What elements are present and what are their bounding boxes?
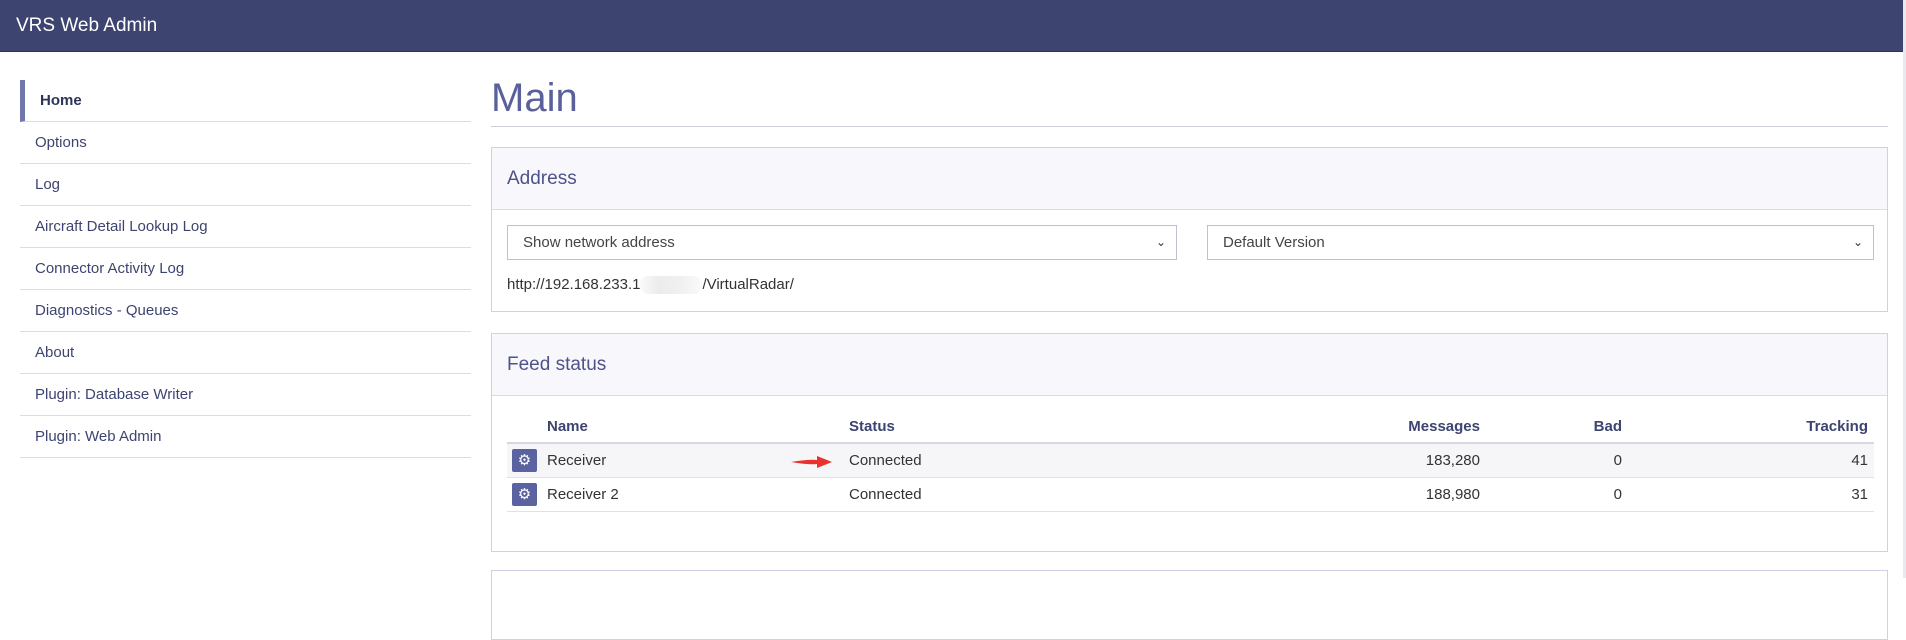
feed-status-table: Name Status Messages Bad Tracking ⚙ Rece… — [507, 410, 1874, 512]
sidebar-item-about[interactable]: About — [20, 332, 471, 374]
chevron-down-icon: ⌄ — [1155, 235, 1166, 249]
version-select-value: Default Version — [1223, 234, 1325, 251]
gear-icon[interactable]: ⚙ — [512, 482, 537, 506]
sidebar-item-plugin-database-writer[interactable]: Plugin: Database Writer — [20, 374, 471, 416]
column-header-tracking: Tracking — [1628, 410, 1874, 444]
column-header-name: Name — [547, 410, 849, 444]
version-select[interactable]: Default Version ⌄ — [1207, 225, 1874, 260]
feed-status-text: Connected — [849, 451, 922, 469]
feed-tracking: 41 — [1628, 443, 1874, 478]
network-address-select-value: Show network address — [523, 234, 675, 251]
feed-status-panel-heading: Feed status — [492, 334, 1887, 396]
table-header-row: Name Status Messages Bad Tracking — [507, 410, 1874, 444]
feed-bad: 0 — [1486, 477, 1628, 512]
red-arrow-icon — [791, 455, 832, 468]
feed-tracking: 31 — [1628, 477, 1874, 512]
sidebar-item-log[interactable]: Log — [20, 164, 471, 206]
page-title: Main — [491, 76, 578, 120]
sidebar-item-connector-activity-log[interactable]: Connector Activity Log — [20, 248, 471, 290]
top-navbar: VRS Web Admin — [0, 0, 1903, 52]
address-url-prefix: http://192.168.233.1 — [507, 276, 641, 293]
column-header-status: Status — [849, 410, 1059, 444]
network-address-select[interactable]: Show network address ⌄ — [507, 225, 1177, 260]
title-divider — [491, 126, 1888, 127]
table-row: ⚙ Receiver 2 Connected 188,980 0 31 — [507, 477, 1874, 512]
chevron-down-icon: ⌄ — [1852, 235, 1863, 249]
feed-name: Receiver 2 — [547, 477, 849, 512]
sidebar-item-aircraft-detail-lookup-log[interactable]: Aircraft Detail Lookup Log — [20, 206, 471, 248]
table-row: ⚙ Receiver Connected 183,280 0 41 — [507, 443, 1874, 478]
feed-bad: 0 — [1486, 443, 1628, 478]
sidebar: Home Options Log Aircraft Detail Lookup … — [20, 80, 471, 458]
column-header-icon — [507, 410, 547, 444]
feed-status: Connected — [791, 443, 1059, 478]
address-url[interactable]: http://192.168.233.1/VirtualRadar/ — [507, 276, 794, 295]
sidebar-item-home[interactable]: Home — [20, 80, 471, 122]
address-url-suffix: /VirtualRadar/ — [702, 276, 794, 293]
sidebar-item-plugin-web-admin[interactable]: Plugin: Web Admin — [20, 416, 471, 458]
address-panel: Address Show network address ⌄ Default V… — [491, 147, 1888, 312]
main-content: Main Address Show network address ⌄ Defa… — [491, 52, 1888, 640]
next-panel-partial — [491, 570, 1888, 640]
redacted-blur — [640, 276, 703, 295]
sidebar-item-options[interactable]: Options — [20, 122, 471, 164]
app-title[interactable]: VRS Web Admin — [16, 15, 157, 37]
feed-status: Connected — [849, 477, 1059, 512]
column-header-bad: Bad — [1486, 410, 1628, 444]
feed-messages: 188,980 — [1059, 477, 1486, 512]
feed-messages: 183,280 — [1059, 443, 1486, 478]
sidebar-item-diagnostics-queues[interactable]: Diagnostics - Queues — [20, 290, 471, 332]
column-header-messages: Messages — [1059, 410, 1486, 444]
gear-icon[interactable]: ⚙ — [512, 448, 537, 472]
feed-status-panel: Feed status Name Status Messages Bad Tra… — [491, 333, 1888, 552]
address-panel-heading: Address — [492, 148, 1887, 210]
